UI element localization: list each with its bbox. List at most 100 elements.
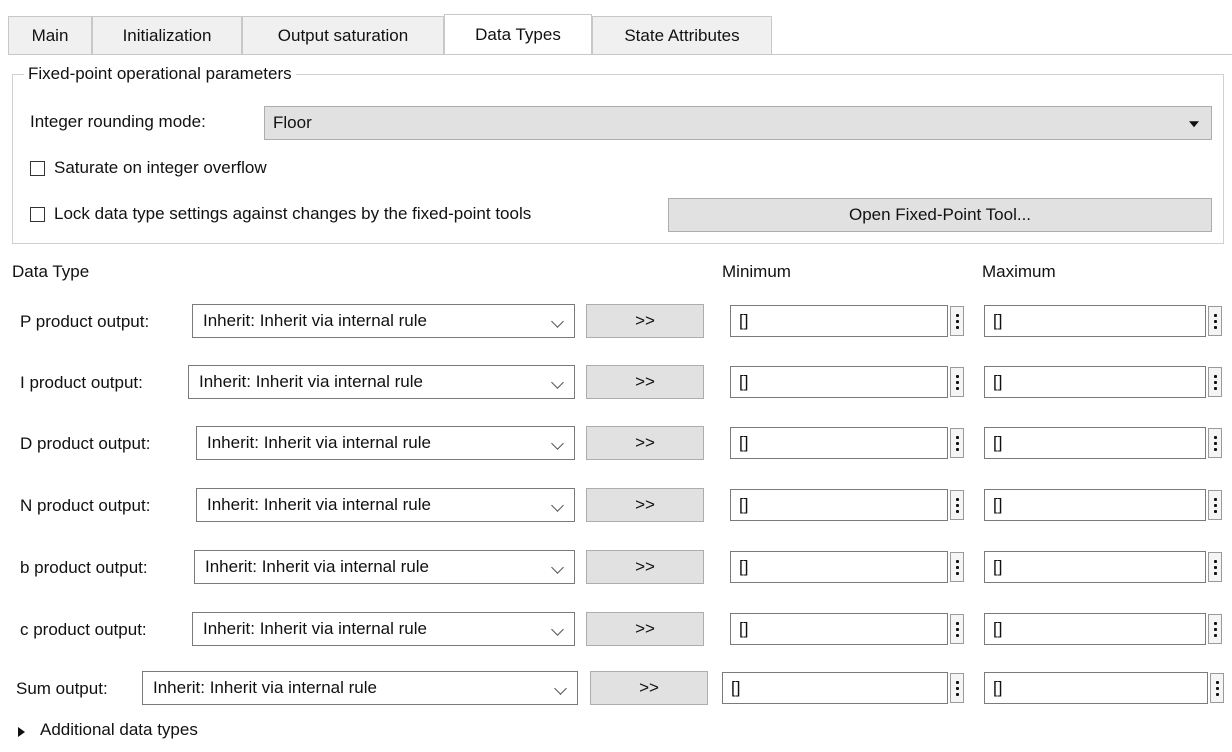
rounding-mode-value: Floor xyxy=(273,113,312,132)
lock-checkbox[interactable] xyxy=(30,207,45,222)
more-options-icon[interactable] xyxy=(1208,306,1222,336)
row-label-b-product: b product output: xyxy=(20,558,148,577)
more-options-icon[interactable] xyxy=(1208,614,1222,644)
select-value: Inherit: Inherit via internal rule xyxy=(203,311,427,330)
chevron-down-icon xyxy=(551,623,564,636)
b-product-assistant-button[interactable]: >> xyxy=(586,550,704,584)
d-product-type-select[interactable]: Inherit: Inherit via internal rule xyxy=(196,426,575,460)
row-label-n-product: N product output: xyxy=(20,496,151,515)
p-product-maximum-input[interactable]: [] xyxy=(984,305,1206,337)
chevron-down-icon xyxy=(551,315,564,328)
chevron-down-icon xyxy=(554,682,567,695)
tab-label: Main xyxy=(31,25,69,45)
row-label-d-product: D product output: xyxy=(20,434,151,453)
open-fixed-point-tool-button[interactable]: Open Fixed-Point Tool... xyxy=(668,198,1212,232)
p-product-minimum-input[interactable]: [] xyxy=(730,305,948,337)
tab-output-saturation[interactable]: Output saturation xyxy=(242,16,444,54)
i-product-type-select[interactable]: Inherit: Inherit via internal rule xyxy=(188,365,575,399)
more-options-icon[interactable] xyxy=(950,306,964,336)
more-options-icon[interactable] xyxy=(1208,490,1222,520)
tab-data-types[interactable]: Data Types xyxy=(444,14,592,54)
n-product-assistant-button[interactable]: >> xyxy=(586,488,704,522)
saturate-checkbox[interactable] xyxy=(30,161,45,176)
row-label-c-product: c product output: xyxy=(20,620,147,639)
expand-arrow-icon[interactable] xyxy=(18,727,25,737)
tab-label: Initialization xyxy=(122,25,212,45)
saturate-label: Saturate on integer overflow xyxy=(54,158,267,177)
c-product-minimum-input[interactable]: [] xyxy=(730,613,948,645)
more-options-icon[interactable] xyxy=(1208,367,1222,397)
chevron-down-icon xyxy=(551,499,564,512)
assistant-label: >> xyxy=(635,557,655,576)
more-options-icon[interactable] xyxy=(950,367,964,397)
rounding-mode-select[interactable]: Floor xyxy=(264,106,1212,140)
n-product-minimum-input[interactable]: [] xyxy=(730,489,948,521)
more-options-icon[interactable] xyxy=(950,614,964,644)
sum-output-maximum-input[interactable]: [] xyxy=(984,672,1208,704)
chevron-down-icon xyxy=(551,437,564,450)
assistant-label: >> xyxy=(635,433,655,452)
d-product-maximum-input[interactable]: [] xyxy=(984,427,1206,459)
input-value: [] xyxy=(739,557,749,576)
d-product-assistant-button[interactable]: >> xyxy=(586,426,704,460)
assistant-label: >> xyxy=(635,619,655,638)
p-product-assistant-button[interactable]: >> xyxy=(586,304,704,338)
rounding-mode-label: Integer rounding mode: xyxy=(30,112,206,131)
i-product-minimum-input[interactable]: [] xyxy=(730,366,948,398)
sum-output-assistant-button[interactable]: >> xyxy=(590,671,708,705)
input-value: [] xyxy=(993,678,1003,697)
input-value: [] xyxy=(993,495,1003,514)
tab-main[interactable]: Main xyxy=(8,16,92,54)
b-product-type-select[interactable]: Inherit: Inherit via internal rule xyxy=(194,550,575,584)
input-value: [] xyxy=(993,619,1003,638)
minimum-header: Minimum xyxy=(722,262,791,281)
select-value: Inherit: Inherit via internal rule xyxy=(207,433,431,452)
input-value: [] xyxy=(739,495,749,514)
lock-label: Lock data type settings against changes … xyxy=(54,204,532,223)
input-value: [] xyxy=(993,372,1003,391)
maximum-header: Maximum xyxy=(982,262,1056,281)
more-options-icon[interactable] xyxy=(950,673,964,703)
n-product-maximum-input[interactable]: [] xyxy=(984,489,1206,521)
p-product-type-select[interactable]: Inherit: Inherit via internal rule xyxy=(192,304,575,338)
tab-initialization[interactable]: Initialization xyxy=(92,16,242,54)
input-value: [] xyxy=(731,678,741,697)
sum-output-minimum-input[interactable]: [] xyxy=(722,672,948,704)
data-type-header: Data Type xyxy=(12,262,90,281)
tab-bar-divider xyxy=(8,54,1232,55)
d-product-minimum-input[interactable]: [] xyxy=(730,427,948,459)
c-product-type-select[interactable]: Inherit: Inherit via internal rule xyxy=(192,612,575,646)
tab-label: State Attributes xyxy=(624,25,740,45)
row-label-sum: Sum output: xyxy=(16,679,108,698)
input-value: [] xyxy=(993,557,1003,576)
row-label-i-product: I product output: xyxy=(20,373,143,392)
more-options-icon[interactable] xyxy=(950,490,964,520)
i-product-maximum-input[interactable]: [] xyxy=(984,366,1206,398)
b-product-minimum-input[interactable]: [] xyxy=(730,551,948,583)
assistant-label: >> xyxy=(635,372,655,391)
input-value: [] xyxy=(739,372,749,391)
i-product-assistant-button[interactable]: >> xyxy=(586,365,704,399)
input-value: [] xyxy=(993,311,1003,330)
tab-state-attributes[interactable]: State Attributes xyxy=(592,16,772,54)
c-product-assistant-button[interactable]: >> xyxy=(586,612,704,646)
input-value: [] xyxy=(739,433,749,452)
input-value: [] xyxy=(739,311,749,330)
sum-output-type-select[interactable]: Inherit: Inherit via internal rule xyxy=(142,671,578,705)
chevron-down-icon xyxy=(551,561,564,574)
c-product-maximum-input[interactable]: [] xyxy=(984,613,1206,645)
more-options-icon[interactable] xyxy=(1210,673,1224,703)
n-product-type-select[interactable]: Inherit: Inherit via internal rule xyxy=(196,488,575,522)
more-options-icon[interactable] xyxy=(950,428,964,458)
tab-label: Data Types xyxy=(475,24,561,44)
select-value: Inherit: Inherit via internal rule xyxy=(199,372,423,391)
select-value: Inherit: Inherit via internal rule xyxy=(207,495,431,514)
assistant-label: >> xyxy=(635,311,655,330)
more-options-icon[interactable] xyxy=(950,552,964,582)
more-options-icon[interactable] xyxy=(1208,428,1222,458)
more-options-icon[interactable] xyxy=(1208,552,1222,582)
row-label-p-product: P product output: xyxy=(20,312,150,331)
b-product-maximum-input[interactable]: [] xyxy=(984,551,1206,583)
select-value: Inherit: Inherit via internal rule xyxy=(153,678,377,697)
additional-data-types-toggle[interactable]: Additional data types xyxy=(40,720,198,740)
